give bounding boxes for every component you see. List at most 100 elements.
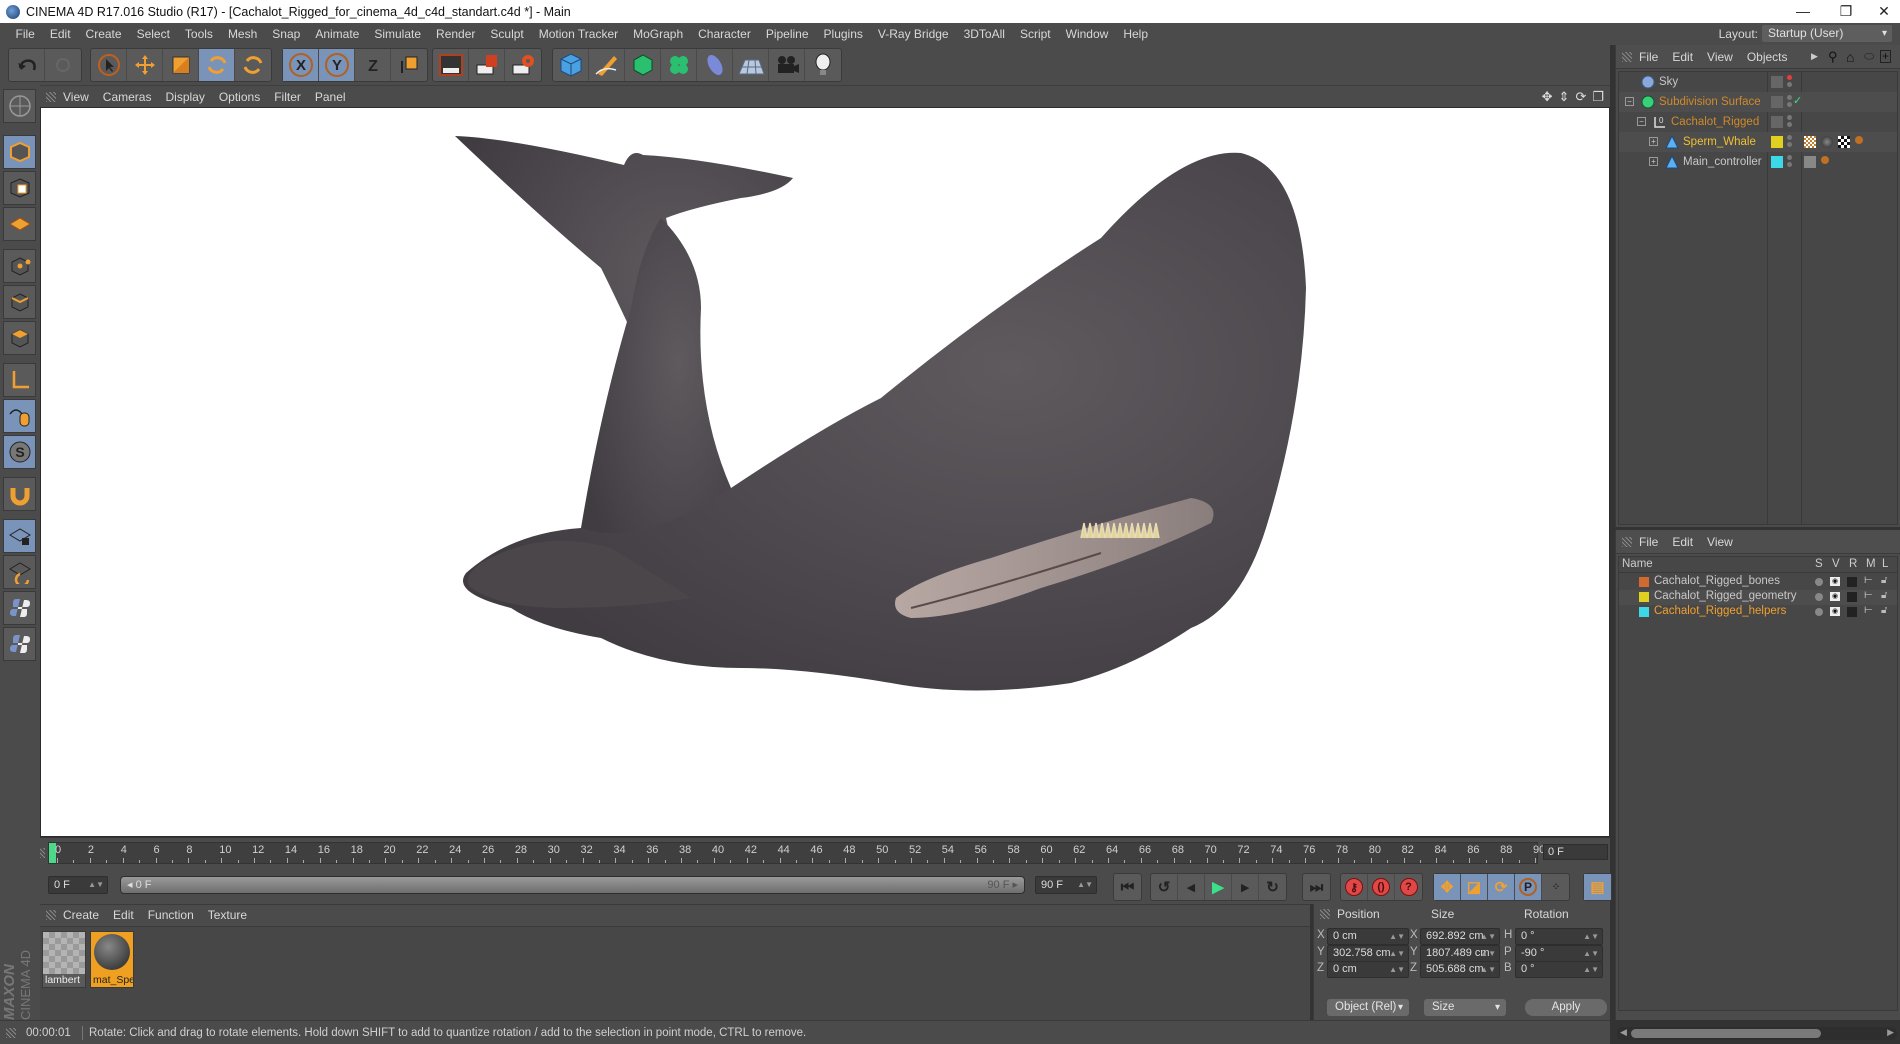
visibility-eye-icon[interactable]: ◉ — [1830, 607, 1840, 616]
render-clapper-icon[interactable] — [1847, 592, 1857, 602]
visibility-dots[interactable] — [1787, 115, 1792, 129]
planar-workplane-button[interactable] — [3, 555, 36, 589]
min-frame-field[interactable]: 0 F ▲▼ — [48, 876, 108, 894]
python-button-2[interactable] — [3, 627, 36, 661]
object-row[interactable]: − Subdivision Surface ✓ — [1619, 92, 1897, 112]
column-header[interactable]: R — [1849, 558, 1857, 570]
column-header[interactable]: V — [1832, 558, 1840, 570]
orbit-icon[interactable]: ⟳ — [1575, 89, 1586, 105]
visibility-dots[interactable] — [1787, 95, 1792, 109]
visibility-dots[interactable] — [1787, 155, 1792, 169]
menu-edit[interactable]: Edit — [106, 908, 141, 922]
column-header[interactable]: L — [1882, 558, 1888, 570]
lock-icon[interactable]: 🔓︎ — [1881, 590, 1887, 601]
menu-panel[interactable]: Panel — [308, 90, 353, 104]
panel-grip-icon[interactable] — [46, 91, 56, 102]
maximize-icon[interactable]: ❐ — [1592, 89, 1604, 105]
scroll-left-icon[interactable]: ◀ — [1620, 1027, 1627, 1038]
layer-row[interactable]: Cachalot_Rigged_helpers ◉ ⊢ 🔓︎ — [1619, 605, 1897, 620]
coordinate-system-button[interactable] — [391, 49, 427, 81]
layer-name[interactable]: Cachalot_Rigged_geometry — [1654, 590, 1797, 602]
manager-hierarchy-icon[interactable]: ⊢ — [1864, 605, 1873, 616]
record-key-button[interactable]: ⚷ — [1341, 874, 1368, 900]
restore-button[interactable]: ❐ — [1828, 0, 1864, 23]
previous-frame-button[interactable]: ◂ — [1178, 874, 1205, 900]
key-scale-button[interactable]: ◪ — [1461, 874, 1488, 900]
spinner-icon[interactable]: ▲▼ — [1389, 962, 1405, 977]
deformer-button[interactable] — [697, 49, 733, 81]
model-mode-button[interactable] — [3, 135, 36, 169]
menu-file[interactable]: File — [8, 27, 42, 41]
timeline-window-button[interactable]: ▤ — [1584, 874, 1611, 900]
home-icon[interactable]: ⌂ — [1846, 49, 1854, 65]
camera-button[interactable] — [769, 49, 805, 81]
z-axis-button[interactable]: Z — [355, 49, 391, 81]
layer-color-swatch[interactable] — [1639, 577, 1649, 587]
manager-hierarchy-icon[interactable]: ⊢ — [1864, 590, 1873, 601]
object-name[interactable]: Sperm_Whale — [1683, 132, 1756, 152]
key-position-button[interactable]: ✥ — [1434, 874, 1461, 900]
key-parameter-button[interactable]: P — [1515, 874, 1542, 900]
menu-edit[interactable]: Edit — [1665, 50, 1700, 64]
timeline-ruler[interactable]: 0 2 4 6 8 10 12 14 16 18 20 22 24 26 28 30 32 34 36 38 40 42 4… — [48, 842, 1545, 864]
solo-toggle-icon[interactable] — [1815, 593, 1823, 601]
go-to-start-button[interactable]: ⏮ — [1114, 874, 1141, 900]
solo-button[interactable]: S — [3, 435, 36, 469]
menu-mesh[interactable]: Mesh — [220, 27, 264, 41]
menu-cameras[interactable]: Cameras — [96, 90, 159, 104]
cube-button[interactable] — [553, 49, 589, 81]
menu-options[interactable]: Options — [212, 90, 267, 104]
panel-grip-icon[interactable] — [1320, 909, 1330, 919]
y-axis-button[interactable]: Y — [319, 49, 355, 81]
size-mode-dropdown[interactable]: Size — [1424, 999, 1506, 1016]
menu-character[interactable]: Character — [691, 27, 759, 41]
object-row[interactable]: Sky — [1619, 72, 1897, 92]
new-window-icon[interactable]: + — [1880, 50, 1891, 63]
spinner-icon[interactable]: ▲▼ — [1583, 929, 1599, 944]
manager-hierarchy-icon[interactable]: ⊢ — [1864, 575, 1873, 586]
weight-tag-icon[interactable] — [1855, 136, 1863, 144]
workplane-button[interactable] — [3, 207, 36, 241]
menu-snap[interactable]: Snap — [265, 27, 308, 41]
menu-pipeline[interactable]: Pipeline — [758, 27, 816, 41]
render-view-button[interactable] — [433, 49, 469, 81]
cloner-button[interactable] — [661, 49, 697, 81]
visibility-eye-icon[interactable]: ◉ — [1830, 592, 1840, 601]
layer-color-swatch[interactable] — [1639, 607, 1649, 617]
menu-texture[interactable]: Texture — [201, 908, 254, 922]
menu-plugins[interactable]: Plugins — [816, 27, 870, 41]
coordinate-mode-dropdown[interactable]: Object (Rel) — [1327, 999, 1409, 1016]
filter-icon[interactable]: ⬭ — [1864, 49, 1874, 64]
texture-tag-icon[interactable] — [1804, 136, 1816, 148]
render-settings-button[interactable] — [505, 49, 541, 81]
menu-objects[interactable]: Objects — [1740, 50, 1795, 64]
recent-tool-button[interactable] — [235, 49, 271, 81]
lock-icon[interactable]: 🔓︎ — [1881, 605, 1887, 616]
position-x-field[interactable]: 0 cm ▲▼ — [1327, 928, 1409, 945]
panel-grip-icon[interactable] — [1622, 51, 1632, 62]
lock-workplane-button[interactable] — [3, 519, 36, 553]
spinner-icon[interactable]: ▲▼ — [1389, 946, 1405, 961]
object-name[interactable]: Cachalot_Rigged — [1671, 112, 1759, 132]
material-tag-icon[interactable] — [1821, 136, 1833, 148]
more-menu-arrow-icon[interactable]: ▶ — [1811, 51, 1818, 62]
layer-row[interactable]: Cachalot_Rigged_bones ◉ ⊢ 🔓︎ — [1619, 575, 1897, 590]
render-picture-viewer-button[interactable] — [469, 49, 505, 81]
menu-create[interactable]: Create — [78, 27, 129, 41]
weight-tag-icon[interactable] — [1821, 156, 1829, 164]
spinner-icon[interactable]: ▲▼ — [1583, 946, 1599, 961]
lock-icon[interactable]: 🔓︎ — [1881, 575, 1887, 586]
uvw-tag-icon[interactable] — [1838, 136, 1850, 148]
expand-toggle-icon[interactable]: + — [1649, 137, 1658, 146]
menu-edit[interactable]: Edit — [1665, 535, 1700, 549]
layer-name[interactable]: Cachalot_Rigged_helpers — [1654, 605, 1786, 617]
render-clapper-icon[interactable] — [1847, 577, 1857, 587]
menu-script[interactable]: Script — [1012, 27, 1058, 41]
menu-edit[interactable]: Edit — [42, 27, 78, 41]
layer-name[interactable]: Cachalot_Rigged_bones — [1654, 575, 1780, 587]
floor-button[interactable] — [733, 49, 769, 81]
layer-none-icon[interactable] — [1771, 96, 1783, 108]
menu-sculpt[interactable]: Sculpt — [483, 27, 531, 41]
menu-file[interactable]: File — [1632, 535, 1665, 549]
x-axis-button[interactable]: X — [283, 49, 319, 81]
